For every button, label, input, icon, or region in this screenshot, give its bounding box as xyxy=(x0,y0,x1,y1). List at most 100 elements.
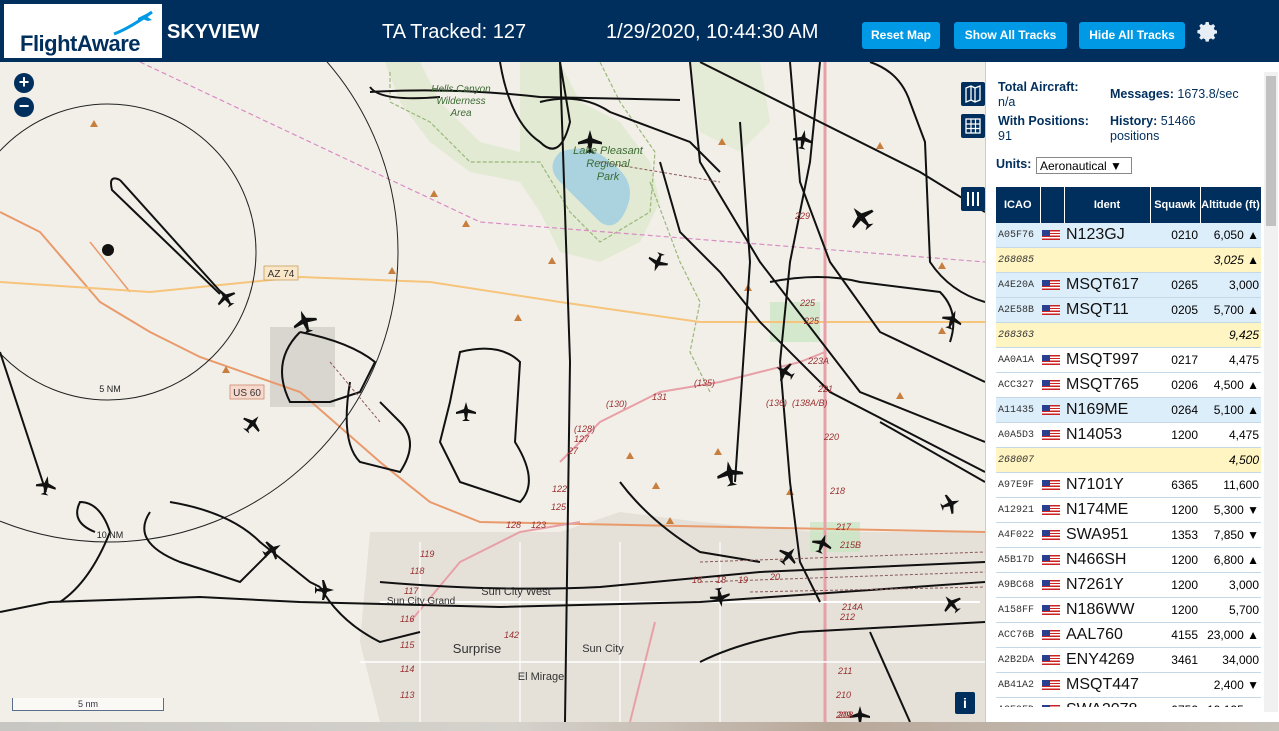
flightaware-logo[interactable]: FlightAware xyxy=(4,4,162,58)
table-row[interactable]: A12921 N174ME 1200 5,300 ▼ xyxy=(996,497,1261,523)
table-row[interactable]: A0A5D3 N14053 1200 4,475 xyxy=(996,422,1261,448)
row-squawk xyxy=(1150,322,1200,348)
info-button[interactable]: i xyxy=(955,692,975,714)
route-number-label: 125 xyxy=(551,502,567,512)
route-number-label: 27 xyxy=(567,446,579,456)
reset-map-button[interactable]: Reset Map xyxy=(862,22,940,49)
zoom-in-button[interactable]: + xyxy=(14,73,34,93)
us-flag-icon xyxy=(1042,505,1060,516)
col-icao[interactable]: ICAO xyxy=(996,187,1041,223)
label-us60: US 60 xyxy=(233,388,261,399)
row-flag xyxy=(1040,497,1064,523)
top-header: FlightAware SKYVIEW TA Tracked: 127 1/29… xyxy=(0,0,1279,62)
label-surprise: Surprise xyxy=(453,641,501,656)
col-altitude[interactable]: Altitude (ft) xyxy=(1200,187,1261,223)
row-icao: A5B17D xyxy=(996,547,1040,573)
history-label: History: xyxy=(1110,114,1158,128)
route-number-label: 225 xyxy=(799,298,816,308)
with-positions-value: 91 xyxy=(998,129,1012,143)
row-icao: ACC76B xyxy=(996,622,1040,648)
row-altitude: 5,700 ▲ xyxy=(1200,297,1261,323)
col-flag[interactable] xyxy=(1040,187,1065,223)
table-row[interactable]: 268085 3,025 ▲ xyxy=(996,247,1261,273)
route-number-label: 215B xyxy=(839,540,861,550)
col-ident[interactable]: Ident xyxy=(1064,187,1151,223)
us-flag-icon xyxy=(1042,305,1060,316)
table-row[interactable]: A2E9FD SWA2078075219,125 ▲ xyxy=(996,697,1261,707)
row-altitude: 19,125 ▲ xyxy=(1200,697,1261,707)
row-icao: A4E20A xyxy=(996,272,1040,298)
route-number-label: 127 xyxy=(574,434,590,444)
us-flag-icon xyxy=(1042,655,1060,666)
gear-icon[interactable] xyxy=(1196,20,1220,44)
table-row[interactable]: A97E9F N7101Y 6365 11,600 xyxy=(996,472,1261,498)
label-sun-city-west: Sun City West xyxy=(481,586,551,598)
row-flag xyxy=(1040,297,1064,323)
table-row[interactable]: A05F76 N123GJ 0210 6,050 ▲ xyxy=(996,223,1261,248)
history-unit: positions xyxy=(1110,129,1160,143)
table-row[interactable]: 268007 4,500 xyxy=(996,447,1261,473)
sidebar-scrollbar-thumb[interactable] xyxy=(1266,76,1276,226)
table-row[interactable]: A2E58B MSQT11 0205 5,700 ▲ xyxy=(996,297,1261,323)
row-ident: MSQT765 xyxy=(1064,372,1150,398)
us-flag-icon xyxy=(1042,280,1060,291)
row-ident: N7101Y xyxy=(1064,472,1150,498)
us-flag-icon xyxy=(1042,605,1060,616)
aircraft-sidebar: Total Aircraft: n/a With Positions: 91 M… xyxy=(985,62,1279,722)
row-icao: A158FF xyxy=(996,597,1040,623)
table-row[interactable]: A11435 N169ME 0264 5,100 ▲ xyxy=(996,397,1261,423)
row-squawk: 1200 xyxy=(1150,597,1200,623)
route-number-label: 114 xyxy=(400,664,414,674)
col-squawk[interactable]: Squawk xyxy=(1150,187,1201,223)
table-row[interactable]: A5B17D N466SH 1200 6,800 ▲ xyxy=(996,547,1261,573)
row-ident xyxy=(1064,322,1150,348)
row-squawk: 4155 xyxy=(1150,622,1200,648)
row-squawk: 1200 xyxy=(1150,422,1200,448)
route-number-label: 210 xyxy=(835,690,851,700)
row-icao: A05F76 xyxy=(996,223,1040,248)
table-row[interactable]: A9BC68 N7261Y 1200 3,000 xyxy=(996,572,1261,598)
label-hells-canyon-3: Area xyxy=(449,108,472,119)
map-view[interactable]: Hells Canyon Wilderness Area Lake Pleasa… xyxy=(0,62,985,722)
row-flag xyxy=(1040,422,1064,448)
table-row[interactable]: ACC76B AAL760 4155 23,000 ▲ xyxy=(996,622,1261,648)
row-flag xyxy=(1040,672,1064,698)
total-aircraft-label: Total Aircraft: xyxy=(998,80,1079,94)
table-row[interactable]: AB41A2 MSQT447 2,400 ▼ xyxy=(996,672,1261,698)
row-ident: MSQT447 xyxy=(1064,672,1150,698)
table-row[interactable]: ACC327 MSQT765 0206 4,500 ▲ xyxy=(996,372,1261,398)
table-row[interactable]: 268363 9,425 xyxy=(996,322,1261,348)
row-flag xyxy=(1040,322,1064,348)
table-row[interactable]: A158FF N186WW 1200 5,700 xyxy=(996,597,1261,623)
hide-all-tracks-button[interactable]: Hide All Tracks xyxy=(1079,22,1185,49)
row-squawk xyxy=(1150,247,1200,273)
units-select[interactable]: Aeronautical ▼ xyxy=(1036,157,1132,174)
row-squawk: 0265 xyxy=(1150,272,1200,298)
row-ident: SWA2078 xyxy=(1064,697,1150,707)
map-layers-button[interactable] xyxy=(961,82,985,106)
show-all-tracks-button[interactable]: Show All Tracks xyxy=(954,22,1067,49)
row-ident: N123GJ xyxy=(1064,223,1150,248)
table-row[interactable]: A2B2DA ENY4269 3461 34,000 xyxy=(996,647,1261,673)
table-row[interactable]: AA0A1A MSQT997 0217 4,475 xyxy=(996,347,1261,373)
row-ident: SWA951 xyxy=(1064,522,1150,548)
aircraft-table: ICAO Ident Squawk Altitude (ft) A05F76 N1… xyxy=(996,187,1261,707)
grid-toggle-button[interactable] xyxy=(961,114,985,138)
app-title: SKYVIEW xyxy=(167,21,260,43)
row-ident xyxy=(1064,447,1150,473)
row-ident: N174ME xyxy=(1064,497,1150,523)
route-number-label: 142 xyxy=(504,630,519,640)
route-number-label: 211 xyxy=(837,666,852,676)
with-positions-label: With Positions: xyxy=(998,114,1089,128)
columns-toggle-button[interactable] xyxy=(961,187,985,211)
label-lake-3: Park xyxy=(597,171,620,183)
table-row[interactable]: A4E20A MSQT617 0265 3,000 xyxy=(996,272,1261,298)
row-altitude: 11,600 xyxy=(1200,472,1261,498)
zoom-out-button[interactable]: − xyxy=(14,97,34,117)
row-ident: ENY4269 xyxy=(1064,647,1150,673)
us-flag-icon xyxy=(1042,580,1060,591)
table-row[interactable]: A4F022 SWA951 1353 7,850 ▼ xyxy=(996,522,1261,548)
label-hells-canyon-1: Hells Canyon xyxy=(431,84,491,95)
row-icao: AA0A1A xyxy=(996,347,1040,373)
route-number-label: 16 xyxy=(692,575,702,585)
